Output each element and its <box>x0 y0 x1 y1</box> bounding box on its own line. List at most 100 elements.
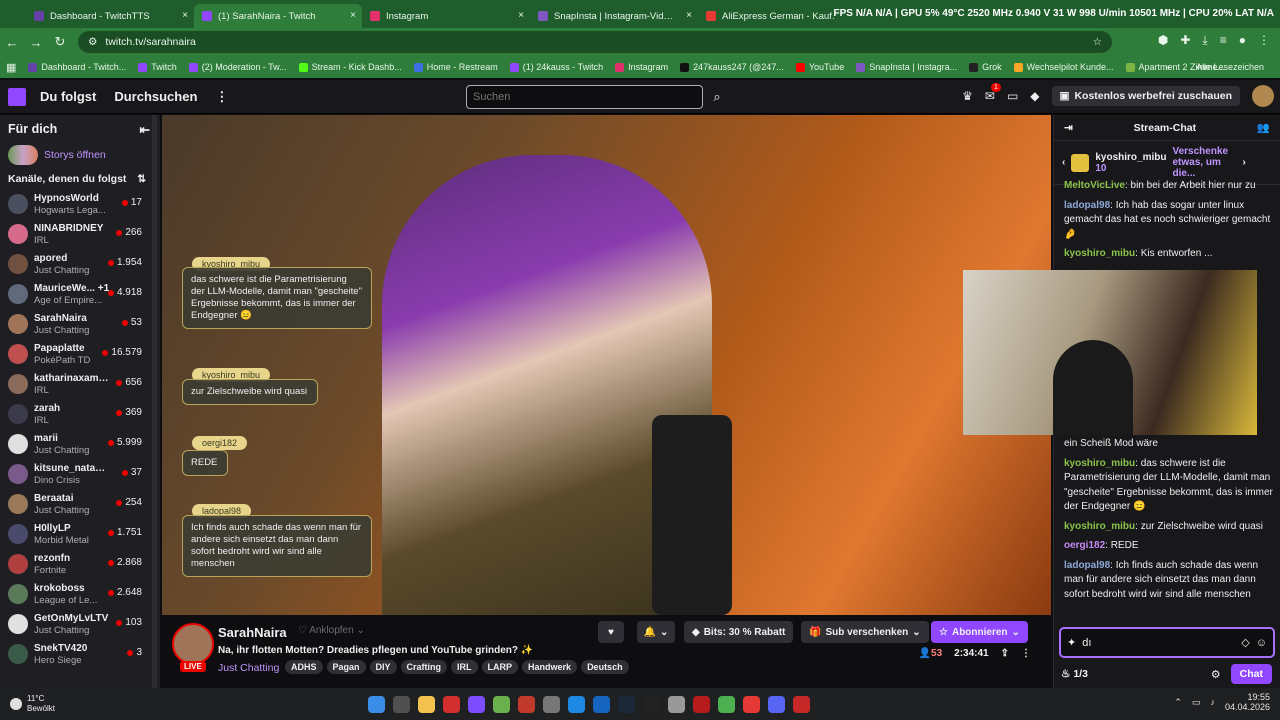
close-tab-icon[interactable]: × <box>686 10 692 21</box>
bits-icon[interactable]: ◆ <box>1030 89 1039 103</box>
bookmark-item[interactable]: Stream - Kick Dashb... <box>298 62 402 72</box>
start-icon[interactable] <box>368 695 385 713</box>
stream-category[interactable]: Just Chatting <box>218 662 279 674</box>
collapse-sidebar-icon[interactable]: ⇤ <box>140 122 150 137</box>
app-icon-11[interactable] <box>793 695 810 713</box>
explorer-icon[interactable] <box>418 695 435 713</box>
followed-channel[interactable]: SnekTV420 Hero Siege 3 <box>0 639 160 669</box>
bookmarks-overflow-icon[interactable]: » <box>1165 62 1170 72</box>
stream-tag[interactable]: Handwerk <box>522 660 578 674</box>
stream-tag[interactable]: Deutsch <box>581 660 629 674</box>
bits-cheer-icon[interactable]: ◇ <box>1241 636 1249 649</box>
stream-tag[interactable]: Crafting <box>400 660 448 674</box>
chat-send-button[interactable]: Chat <box>1230 664 1272 684</box>
stream-tag[interactable]: LARP <box>481 660 519 674</box>
followed-channel[interactable]: rezonfn Fortnite 2.868 <box>0 549 160 579</box>
chat-username[interactable]: kyoshiro_mibu <box>1064 521 1135 532</box>
opera-icon[interactable] <box>743 695 760 713</box>
gift-sub-button[interactable]: 🎁 Sub verschenken ⌄ <box>801 621 929 643</box>
followed-channel[interactable]: katharinaxamalia IRL 656 <box>0 369 160 399</box>
streamer-name[interactable]: SarahNaira <box>218 625 287 640</box>
prime-crown-icon[interactable]: ♛ <box>962 89 973 103</box>
heart-follow-button[interactable]: ♥ <box>598 621 624 643</box>
followed-channel[interactable]: SarahNaira Just Chatting 53 <box>0 309 160 339</box>
emoji-icon[interactable]: ☺ <box>1256 637 1267 649</box>
stream-tag[interactable]: Pagan <box>326 660 366 674</box>
chat-input[interactable]: ✦ dı ◇ ☺ <box>1059 627 1275 658</box>
close-tab-icon[interactable]: × <box>518 10 524 21</box>
inbox-icon[interactable]: ✉ 1 <box>985 83 1001 103</box>
bookmark-item[interactable]: Grok <box>969 62 1002 72</box>
bookmark-item[interactable]: SnapInsta | Instagra... <box>856 62 957 72</box>
twitch-logo[interactable] <box>8 87 26 106</box>
whispers-icon[interactable]: ▭ <box>1007 89 1018 103</box>
menu-icon[interactable]: ⋮ <box>1258 33 1270 48</box>
share-icon[interactable]: ⇪ <box>1001 648 1009 659</box>
site-info-icon[interactable]: ⚙ <box>88 36 97 48</box>
app-icon-10[interactable] <box>693 695 710 713</box>
chat-settings-icon[interactable]: ⚙ <box>1211 668 1221 681</box>
app-icon-7[interactable] <box>593 695 610 713</box>
bookmark-item[interactable]: YouTube <box>795 62 844 72</box>
browser-tab[interactable]: Instagram × <box>362 4 530 28</box>
bookmark-item[interactable]: Wechselpilot Kunde... <box>1013 62 1114 72</box>
browser-tab[interactable]: Dashboard - TwitchTTS × <box>26 4 194 28</box>
forward-icon[interactable]: → <box>24 35 48 50</box>
bookmark-star-icon[interactable]: ☆ <box>1093 36 1102 48</box>
chat-username[interactable]: ladopal98 <box>1064 200 1110 211</box>
nav-following[interactable]: Du folgst <box>40 89 96 104</box>
emote-sparkle-icon[interactable]: ✦ <box>1067 636 1076 649</box>
user-avatar[interactable] <box>1252 85 1274 107</box>
channel-points[interactable]: ♨ 1/3 <box>1061 668 1088 680</box>
chrome-icon[interactable] <box>718 695 735 713</box>
app-icon-8[interactable] <box>643 695 660 713</box>
download-icon[interactable]: ⤓ <box>1202 33 1207 48</box>
followed-channel[interactable]: zarah IRL 369 <box>0 399 160 429</box>
app-icon-2[interactable] <box>468 695 485 713</box>
followed-channel[interactable]: apored Just Chatting 1.954 <box>0 249 160 279</box>
app-icon-5[interactable] <box>543 695 560 713</box>
address-bar[interactable]: ⚙ twitch.tv/sarahnaira ☆ <box>78 31 1112 53</box>
chat-username[interactable]: kyoshiro_mibu <box>1064 458 1135 469</box>
more-options-icon[interactable]: ⋮ <box>1021 648 1031 659</box>
video-player[interactable]: kyoshiro_mibu das schwere ist die Parame… <box>162 115 1051 615</box>
taskview-icon[interactable] <box>393 695 410 713</box>
followed-channel[interactable]: kitsune_natasc... Dino Crisis 37 <box>0 459 160 489</box>
bookmark-item[interactable]: (1) 24kauss - Twitch <box>509 62 603 72</box>
next-arrow-icon[interactable]: › <box>1242 157 1245 168</box>
browser-tab[interactable]: SnapInsta | Instagram-Videos, F × <box>530 4 698 28</box>
stream-tag[interactable]: IRL <box>451 660 478 674</box>
followed-channel[interactable]: Beraatai Just Chatting 254 <box>0 489 160 519</box>
follow-button[interactable]: ♡ Anklopfen ⌄ <box>298 625 365 636</box>
followed-channel[interactable]: krokoboss League of Le... 2.648 <box>0 579 160 609</box>
followed-channel[interactable]: marii Just Chatting 5.999 <box>0 429 160 459</box>
search-input[interactable] <box>466 85 703 109</box>
bookmark-item[interactable]: Dashboard - Twitch... <box>28 62 126 72</box>
sort-icon[interactable]: ⇅ <box>137 173 146 185</box>
bookmark-item[interactable]: Instagram <box>615 62 668 72</box>
followed-channel[interactable]: H0llyLP Morbid Metal 1.751 <box>0 519 160 549</box>
collapse-chat-icon[interactable]: ⇥ <box>1064 122 1073 134</box>
sidebar-scrollbar[interactable] <box>152 115 157 688</box>
chat-username[interactable]: oergi182 <box>1064 540 1105 551</box>
bookmark-item[interactable]: (2) Moderation - Tw... <box>188 62 287 72</box>
browser-tab[interactable]: (1) SarahNaira - Twitch × <box>194 4 362 28</box>
nav-more[interactable]: ⋮ <box>215 89 228 105</box>
app-icon-4[interactable] <box>518 695 535 713</box>
all-bookmarks-link[interactable]: Alle Lesezeichen <box>1196 62 1264 72</box>
bits-discount-button[interactable]: ◆ Bits: 30 % Rabatt <box>684 621 794 643</box>
extension-icon[interactable]: ⬢ <box>1158 33 1168 48</box>
reload-icon[interactable]: ↻ <box>48 34 72 50</box>
network-icon[interactable]: ▭ <box>1192 697 1201 708</box>
app-icon-6[interactable] <box>568 695 585 713</box>
followed-channel[interactable]: HypnosWorld Hogwarts Lega... 17 <box>0 189 160 219</box>
app-icon-1[interactable] <box>443 695 460 713</box>
discord-icon[interactable] <box>768 695 785 713</box>
followed-channel[interactable]: Papaplatte PokéPath TD 16.579 <box>0 339 160 369</box>
ad-free-button[interactable]: ▣ Kostenlos werbefrei zuschauen <box>1051 86 1240 106</box>
close-tab-icon[interactable]: × <box>182 10 188 21</box>
chat-username[interactable]: ladopal98 <box>1064 560 1110 571</box>
subscribe-button[interactable]: ☆ Abonnieren ⌄ <box>931 621 1028 643</box>
followed-channel[interactable]: GetOnMyLvLTV Just Chatting 103 <box>0 609 160 639</box>
extensions-puzzle-icon[interactable]: ✚ <box>1180 33 1190 48</box>
